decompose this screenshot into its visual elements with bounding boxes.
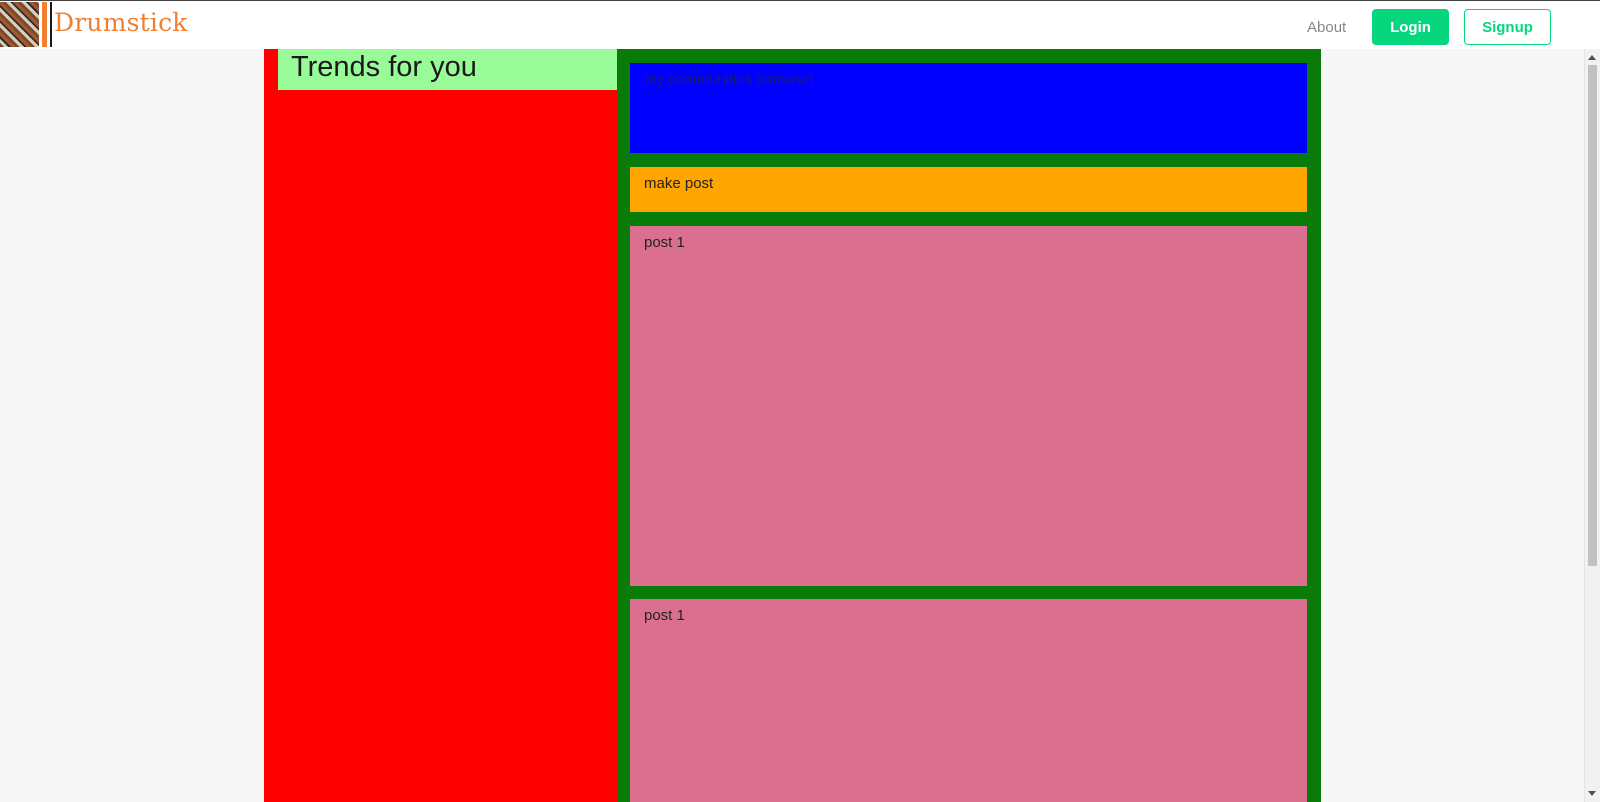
trends-title: Trends for you xyxy=(278,49,617,90)
carousel-label: my communities carousel xyxy=(644,71,814,88)
brand-home-link[interactable] xyxy=(0,2,53,47)
top-navbar: Drumstick About Login Signup xyxy=(0,0,1600,49)
post-label: post 1 xyxy=(644,607,685,624)
page-scrollbar[interactable] xyxy=(1584,49,1600,802)
brand-name[interactable]: Drumstick xyxy=(54,8,188,37)
brand-logo-icon xyxy=(0,2,39,47)
make-post-label: make post xyxy=(644,175,714,192)
post-card[interactable]: post 1 xyxy=(630,599,1307,802)
trends-sidebar: Trends for you xyxy=(264,49,617,802)
make-post-box[interactable]: make post xyxy=(630,167,1307,212)
scroll-up-arrow-icon[interactable] xyxy=(1588,55,1596,60)
scroll-down-arrow-icon[interactable] xyxy=(1588,791,1596,796)
post-label: post 1 xyxy=(644,234,685,251)
communities-carousel[interactable]: my communities carousel xyxy=(630,63,1307,153)
brand-logo-stripes xyxy=(39,2,53,47)
post-card[interactable]: post 1 xyxy=(630,226,1307,586)
login-button[interactable]: Login xyxy=(1372,9,1449,45)
scrollbar-thumb[interactable] xyxy=(1588,65,1597,566)
signup-button[interactable]: Signup xyxy=(1464,9,1551,45)
about-link[interactable]: About xyxy=(1307,19,1346,36)
main-feed: my communities carousel make post post 1… xyxy=(617,49,1321,802)
